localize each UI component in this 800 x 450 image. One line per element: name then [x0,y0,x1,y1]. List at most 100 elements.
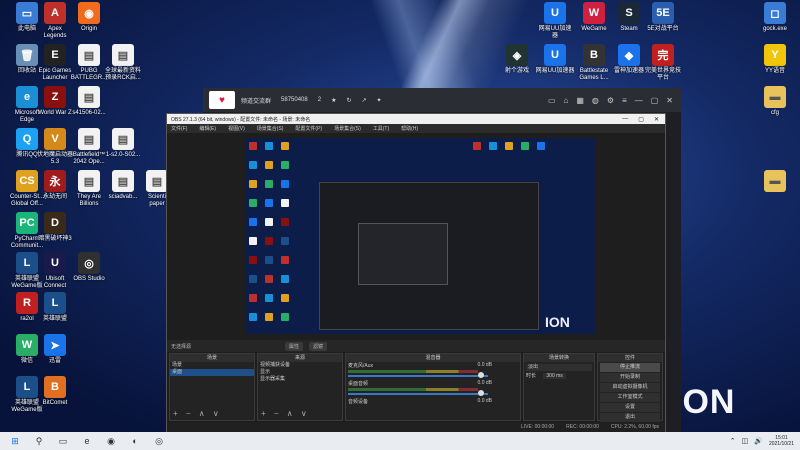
settings-icon[interactable]: ✦ [377,97,382,104]
preview-desktop-icon [249,256,257,264]
source-footer-buttons[interactable]: + − ∧ ∨ [261,409,310,418]
obs-menu-item[interactable]: 场景集合(S) [334,125,361,132]
start-recording-button[interactable]: 开始录制 [600,373,660,382]
desktop-icon[interactable]: ◎ OBS Studio [62,252,116,283]
source-item[interactable]: 显示器采集 [258,376,342,383]
browser-icon[interactable]: ◉ [102,434,120,448]
volume-slider[interactable] [348,390,488,396]
start-icon[interactable]: ⊞ [6,434,24,448]
volume-knob[interactable] [478,372,484,378]
network-icon[interactable]: ◫ [742,437,749,445]
obs-menu-item[interactable]: 视图(V) [228,125,245,132]
preview-desktop-icon [281,275,289,283]
obs-title-text: OBS 27.1.3 (64 bit, windows) - 配置文件: 未命名… [171,116,311,123]
desktop-icon[interactable]: Y YY语音 [748,44,800,75]
desktop-icon[interactable]: ◉ Origin [62,2,116,33]
preview-desktop-icon [265,275,273,283]
desktop-icon[interactable]: 5E 5E对战平台 [636,2,690,33]
studio-mode-button[interactable]: 工作室模式 [600,393,660,402]
obs-menu-item[interactable]: 文件(F) [171,125,187,132]
obs-icon[interactable]: ◎ [150,434,168,448]
lm-control-button[interactable]: ◍ [592,96,599,105]
volume-knob[interactable] [478,390,484,396]
obs-menu-item[interactable]: 场景集合(S) [257,125,284,132]
wegame-icon[interactable]: ◐ [126,434,144,448]
lm-control-button[interactable]: ▢ [651,96,659,105]
transition-type-select[interactable]: 淡出 [526,364,592,371]
desktop-icon[interactable]: ▤ 全球最新资料 预录RCK启... [96,44,150,82]
taskbar-apps: ⊞ ⚲ ▭ e ◉ ◐ ◎ [0,434,168,448]
star-icon[interactable]: ★ [331,97,336,104]
virtual-camera-button[interactable]: 启动虚拟摄像机 [600,383,660,392]
lm-control-button[interactable]: ≡ [622,96,627,105]
app-icon: ➤ [44,334,66,356]
obs-window[interactable]: OBS 27.1.3 (64 bit, windows) - 配置文件: 未命名… [166,113,666,433]
lm-control-button[interactable]: ▭ [548,96,556,105]
volume-icon[interactable]: 🔊 [754,437,763,445]
transitions-dock-title: 场景转换 [524,354,594,362]
desktop-icon[interactable]: ➤ 迅雷 [28,334,82,365]
desktop-icon-label: 英雄联盟 [42,316,67,322]
scene-item[interactable]: 场景 [170,362,254,369]
lm-control-button[interactable]: ⌂ [564,96,569,105]
duration-input[interactable]: 300 ms [543,373,566,379]
desktop-icon[interactable]: 完完美世界竞技 平台 [636,44,690,82]
preview-desktop-icon [281,294,289,302]
obs-menu-item[interactable]: 配置文件(P) [295,125,322,132]
app-icon: B [44,376,66,398]
source-item[interactable]: 显示 [258,369,342,376]
volume-slider[interactable] [348,372,488,378]
app-icon: Y [764,44,786,66]
lm-control-button[interactable]: ✕ [666,96,673,105]
desktop-icon[interactable]: ◻ gock.exe [748,2,800,33]
lm-title-item[interactable]: 频道交流群 [241,96,271,105]
refresh-icon[interactable]: ↻ [346,97,351,104]
desktop-icon[interactable]: ▤ 1-s2.0-S02... [96,128,150,159]
clock[interactable]: 15:01 2021/10/21 [769,435,794,447]
lm-control-button[interactable]: ▦ [576,96,584,105]
desktop-icon-label: 完美世界竞技 平台 [644,68,681,81]
scene-item[interactable]: 桌面 [170,369,254,376]
edge-icon[interactable]: e [78,434,96,448]
preview-desktop-icon [537,142,545,150]
filters-button[interactable]: 滤镜 [309,341,328,351]
share-icon[interactable]: ↗ [361,97,366,104]
close-button[interactable]: ✕ [654,116,659,123]
obs-menu-item[interactable]: 帮助(H) [401,125,418,132]
preview-desktop-icon [281,237,289,245]
obs-preview-canvas[interactable]: ION [245,138,595,334]
preview-desktop-icon [281,142,289,150]
scene-footer-buttons[interactable]: + − ∧ ∨ [173,409,222,418]
settings-button[interactable]: 设置 [600,403,660,412]
desktop-icon[interactable]: B BitComet [28,376,82,407]
obs-menu-item[interactable]: 工具(T) [373,125,389,132]
desktop-icon-label: s41506-02... [72,110,106,116]
desktop-icon[interactable]: ▬ [748,170,800,194]
mixer-channel: 桌面音频 0.0 dB [346,380,520,398]
channel-db: 0.0 dB [477,398,492,404]
chevron-up-icon[interactable]: ⌃ [730,437,736,445]
league-logo-icon: ♥ [209,91,235,109]
desktop-icon[interactable]: ▬ cfg [748,86,800,117]
desktop-icon[interactable]: L 英雄联盟 [28,292,82,323]
preview-desktop-icon [281,218,289,226]
source-item[interactable]: 视频捕获设备 [258,362,342,369]
channel-name: 麦克风/Aux [348,363,374,369]
lm-control-button[interactable]: ⚙ [607,96,614,105]
properties-button[interactable]: 属性 [285,341,304,351]
stop-streaming-button[interactable]: 停止推流 [600,363,660,372]
obs-menu-item[interactable]: 编辑(E) [199,125,216,132]
app-icon: ◈ [506,44,528,66]
desktop-icon-label: gock.exe [762,26,787,32]
lm-control-button[interactable]: — [635,96,643,105]
preview-desktop-icon [281,161,289,169]
desktop-icon[interactable]: D 暗黑破坏神3 [28,212,82,243]
channel-db: 0.0 dB [477,362,492,368]
exit-button[interactable]: 退出 [600,413,660,422]
maximize-button[interactable]: ▢ [638,116,644,123]
search-icon[interactable]: ⚲ [30,434,48,448]
mixer-channel: 麦克风/Aux 0.0 dB [346,362,520,380]
desktop-icon[interactable]: ▤ s41506-02... [62,86,116,117]
minimize-button[interactable]: — [622,116,628,123]
task-view-icon[interactable]: ▭ [54,434,72,448]
